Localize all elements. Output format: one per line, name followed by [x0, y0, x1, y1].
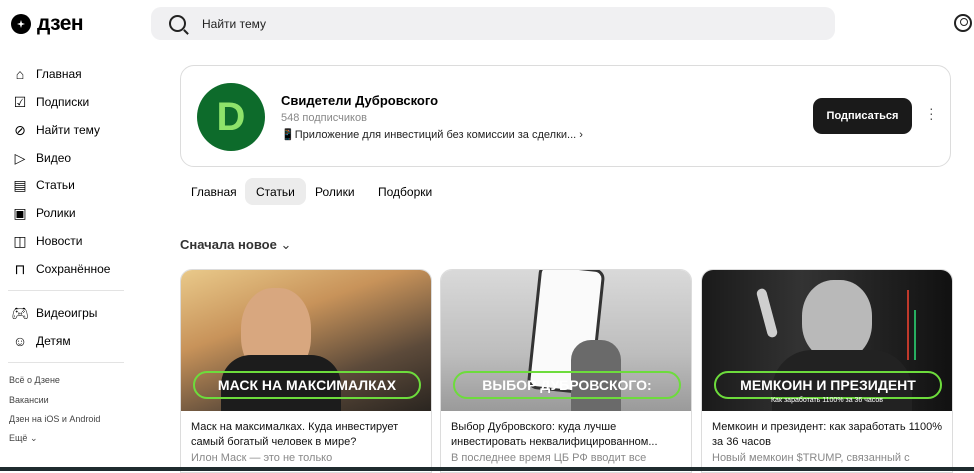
article-card[interactable]: МЕМКОИН И ПРЕЗИДЕНТ Как заработать 1100%… [701, 269, 953, 473]
sidebar-item-kids[interactable]: ☺ Детям [12, 327, 71, 355]
sidebar-item-articles[interactable]: ▤ Статьи [12, 171, 75, 199]
article-snippet: Новый мемкоин $TRUMP, связанный с [712, 452, 910, 464]
search-input[interactable]: Найти тему [151, 7, 835, 40]
channel-description[interactable]: 📱Приложение для инвестиций без комиссии … [281, 128, 583, 141]
bookmark-icon: ⊓ [14, 261, 26, 277]
channel-avatar[interactable]: D [197, 83, 265, 151]
sidebar-item-home[interactable]: ⌂ Главная [12, 60, 82, 88]
dzen-logo[interactable]: дзен [11, 12, 84, 36]
shorts-icon: ▣ [13, 205, 27, 221]
channel-header: D Свидетели Дубровского 548 подписчиков … [180, 65, 951, 167]
sidebar-divider [8, 290, 124, 291]
video-icon: ▷ [14, 150, 26, 166]
find-topic-icon: ⊘ [14, 122, 26, 138]
tab-collections[interactable]: Подборки [367, 178, 443, 205]
sidebar-item-label: Найти тему [36, 123, 100, 137]
avatar-letter: D [216, 94, 246, 139]
sidebar-item-label: Видеоигры [36, 306, 98, 320]
sidebar-item-shorts[interactable]: ▣ Ролики [12, 199, 76, 227]
footer-link-about[interactable]: Всё о Дзене [9, 375, 60, 385]
search-placeholder: Найти тему [202, 16, 266, 31]
sidebar-item-label: Сохранённое [36, 262, 111, 276]
sidebar-item-news[interactable]: ◫ Новости [12, 227, 82, 255]
sidebar-item-find-topic[interactable]: ⊘ Найти тему [12, 116, 100, 144]
sidebar-item-subscriptions[interactable]: ☑ Подписки [12, 88, 89, 116]
home-icon: ⌂ [15, 66, 25, 82]
sort-label: Сначала новое [180, 237, 277, 252]
channel-title[interactable]: Свидетели Дубровского [281, 93, 438, 108]
gamepad-icon: 🎮︎ [11, 305, 29, 321]
sidebar-item-saved[interactable]: ⊓ Сохранённое [12, 255, 111, 283]
thumbnail-caption: ВЫБОР ДУБРОВСКОГО: [453, 371, 681, 399]
more-options-icon[interactable]: · · · [929, 101, 934, 125]
subscribe-button[interactable]: Подписаться [813, 98, 912, 134]
article-card[interactable]: ВЫБОР ДУБРОВСКОГО: Выбор Дубровского: ку… [440, 269, 692, 473]
search-icon [169, 15, 186, 32]
article-title[interactable]: Мемкоин и президент: как заработать 1100… [712, 420, 944, 450]
tab-shorts[interactable]: Ролики [304, 178, 366, 205]
thumbnail-caption: МАСК НА МАКСИМАЛКАХ [193, 371, 421, 399]
sidebar-item-label: Ролики [36, 206, 76, 220]
sidebar-item-label: Главная [36, 67, 82, 81]
sidebar-item-video[interactable]: ▷ Видео [12, 144, 71, 172]
article-snippet: В последнее время ЦБ РФ вводит все [451, 452, 647, 464]
articles-icon: ▤ [13, 177, 27, 193]
sort-dropdown[interactable]: Сначала новое ⌄ [180, 237, 291, 253]
tab-main[interactable]: Главная [180, 178, 248, 205]
sidebar-item-label: Статьи [36, 178, 75, 192]
article-title[interactable]: Выбор Дубровского: куда лучше инвестиров… [451, 420, 683, 450]
sidebar-item-label: Детям [36, 334, 71, 348]
kids-icon: ☺ [12, 333, 28, 349]
footer-link-vacancies[interactable]: Вакансии [9, 395, 49, 405]
article-snippet: Илон Маск — это не только [191, 452, 333, 464]
thumbnail-subcaption: Как заработать 1100% за 36 часов [770, 397, 883, 404]
sidebar-item-label: Подписки [36, 95, 90, 109]
subscriber-count: 548 подписчиков [281, 112, 367, 124]
sidebar-item-videogames[interactable]: 🎮︎ Видеоигры [11, 299, 98, 327]
tab-articles[interactable]: Статьи [245, 178, 306, 205]
dzen-logo-icon [11, 14, 31, 34]
chevron-right-icon: › [579, 129, 583, 141]
taskbar-strip [0, 467, 974, 471]
description-text: 📱Приложение для инвестиций без комиссии … [281, 129, 577, 141]
subscriptions-icon: ☑ [13, 94, 27, 110]
profile-icon[interactable] [954, 14, 972, 32]
sidebar-divider [8, 362, 124, 363]
logo-text: дзен [37, 12, 84, 35]
chevron-down-icon: ⌄ [280, 237, 292, 252]
article-title[interactable]: Маск на максималках. Куда инвестирует са… [191, 420, 423, 450]
footer-link-apps[interactable]: Дзен на iOS и Android [9, 414, 100, 424]
more-label: Ещё [9, 433, 28, 443]
news-icon: ◫ [13, 233, 27, 249]
sidebar-item-label: Новости [36, 234, 83, 248]
thumbnail-caption: МЕМКОИН И ПРЕЗИДЕНТ [714, 371, 942, 399]
chevron-down-icon: ⌄ [29, 433, 38, 443]
sidebar-item-label: Видео [36, 151, 72, 165]
footer-link-more[interactable]: Ещё ⌄ [9, 433, 37, 444]
article-card[interactable]: МАСК НА МАКСИМАЛКАХ Маск на максималках.… [180, 269, 432, 473]
